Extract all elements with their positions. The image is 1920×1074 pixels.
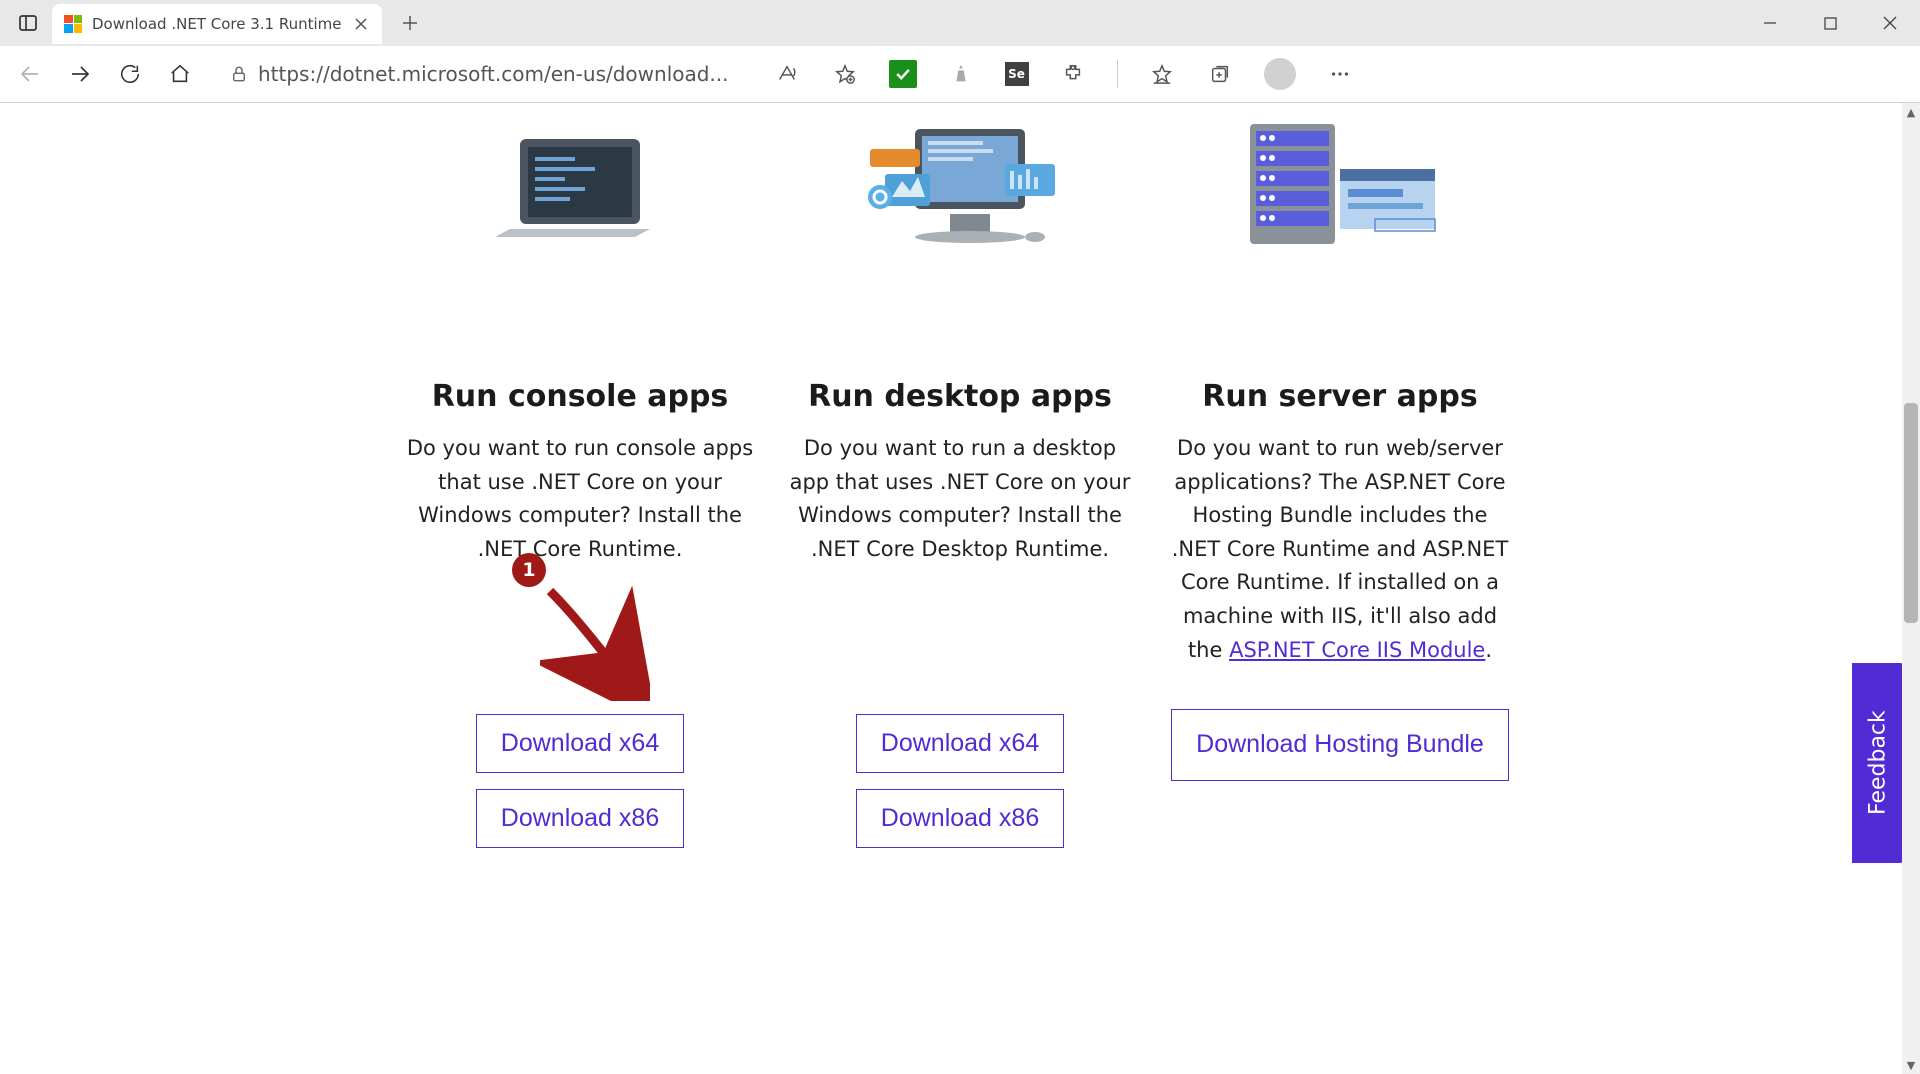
server-heading: Run server apps bbox=[1202, 379, 1477, 414]
favorites-bar-icon[interactable] bbox=[1148, 60, 1176, 88]
page-content: Run console apps Do you want to run cons… bbox=[0, 103, 1920, 1074]
annotation-arrow-icon bbox=[540, 581, 650, 701]
browser-toolbar: https://dotnet.microsoft.com/en-us/downl… bbox=[0, 46, 1920, 102]
browser-chrome: Download .NET Core 3.1 Runtime bbox=[0, 0, 1920, 103]
download-hosting-bundle-button[interactable]: Download Hosting Bundle bbox=[1171, 709, 1509, 781]
address-bar[interactable]: https://dotnet.microsoft.com/en-us/downl… bbox=[216, 54, 743, 94]
close-tab-icon[interactable] bbox=[352, 15, 370, 33]
download-desktop-x64-button[interactable]: Download x64 bbox=[856, 714, 1064, 773]
maximize-button[interactable] bbox=[1800, 0, 1860, 46]
tabs-overview-button[interactable] bbox=[10, 5, 46, 41]
minimize-button[interactable] bbox=[1740, 0, 1800, 46]
console-heading: Run console apps bbox=[432, 379, 729, 414]
toolbar-right: Se bbox=[773, 58, 1354, 90]
server-buttons: Download Hosting Bundle bbox=[1171, 709, 1509, 781]
tab-title: Download .NET Core 3.1 Runtime bbox=[92, 15, 342, 33]
scroll-up-arrow[interactable]: ▲ bbox=[1902, 103, 1920, 121]
desktop-heading: Run desktop apps bbox=[808, 379, 1112, 414]
url-text: https://dotnet.microsoft.com/en-us/downl… bbox=[258, 62, 729, 86]
forward-button[interactable] bbox=[66, 60, 94, 88]
read-aloud-icon[interactable] bbox=[773, 60, 801, 88]
annotation-overlay: 1 bbox=[512, 553, 546, 587]
desktop-buttons: Download x64 Download x86 bbox=[856, 714, 1064, 848]
scroll-thumb[interactable] bbox=[1904, 403, 1918, 623]
download-desktop-x86-button[interactable]: Download x86 bbox=[856, 789, 1064, 848]
more-menu-icon[interactable] bbox=[1326, 60, 1354, 88]
console-description: Do you want to run console apps that use… bbox=[405, 432, 755, 566]
lock-icon bbox=[230, 65, 248, 83]
close-window-button[interactable] bbox=[1860, 0, 1920, 46]
vertical-scrollbar[interactable]: ▲ ▼ bbox=[1902, 103, 1920, 1074]
extension-lighthouse-icon[interactable] bbox=[947, 60, 975, 88]
tab-bar: Download .NET Core 3.1 Runtime bbox=[0, 0, 1920, 46]
separator bbox=[1117, 60, 1118, 88]
download-console-x86-button[interactable]: Download x86 bbox=[476, 789, 684, 848]
extensions-icon[interactable] bbox=[1059, 60, 1087, 88]
desktop-description: Do you want to run a desktop app that us… bbox=[785, 432, 1135, 566]
browser-tab[interactable]: Download .NET Core 3.1 Runtime bbox=[52, 4, 382, 44]
desktop-apps-card: Run desktop apps Do you want to run a de… bbox=[785, 109, 1135, 848]
favorite-icon[interactable] bbox=[831, 60, 859, 88]
microsoft-favicon bbox=[64, 15, 82, 33]
console-illustration bbox=[405, 109, 755, 249]
download-cards-row: Run console apps Do you want to run cons… bbox=[0, 103, 1920, 848]
collections-icon[interactable] bbox=[1206, 60, 1234, 88]
scroll-down-arrow[interactable]: ▼ bbox=[1902, 1056, 1920, 1074]
home-button[interactable] bbox=[166, 60, 194, 88]
profile-avatar[interactable] bbox=[1264, 58, 1296, 90]
extension-selenium-icon[interactable]: Se bbox=[1005, 62, 1029, 86]
new-tab-button[interactable] bbox=[392, 5, 428, 41]
aspnet-iis-module-link[interactable]: ASP.NET Core IIS Module bbox=[1229, 638, 1485, 662]
desktop-illustration bbox=[785, 109, 1135, 249]
console-apps-card: Run console apps Do you want to run cons… bbox=[405, 109, 755, 848]
server-description: Do you want to run web/server applicatio… bbox=[1165, 432, 1515, 667]
server-apps-card: Run server apps Do you want to run web/s… bbox=[1165, 109, 1515, 848]
extension-check-icon[interactable] bbox=[889, 60, 917, 88]
server-illustration bbox=[1165, 109, 1515, 249]
console-buttons: Download x64 Download x86 bbox=[476, 714, 684, 848]
window-controls bbox=[1740, 0, 1920, 46]
download-console-x64-button[interactable]: Download x64 bbox=[476, 714, 684, 773]
back-button[interactable] bbox=[16, 60, 44, 88]
refresh-button[interactable] bbox=[116, 60, 144, 88]
feedback-tab[interactable]: Feedback bbox=[1852, 663, 1904, 863]
